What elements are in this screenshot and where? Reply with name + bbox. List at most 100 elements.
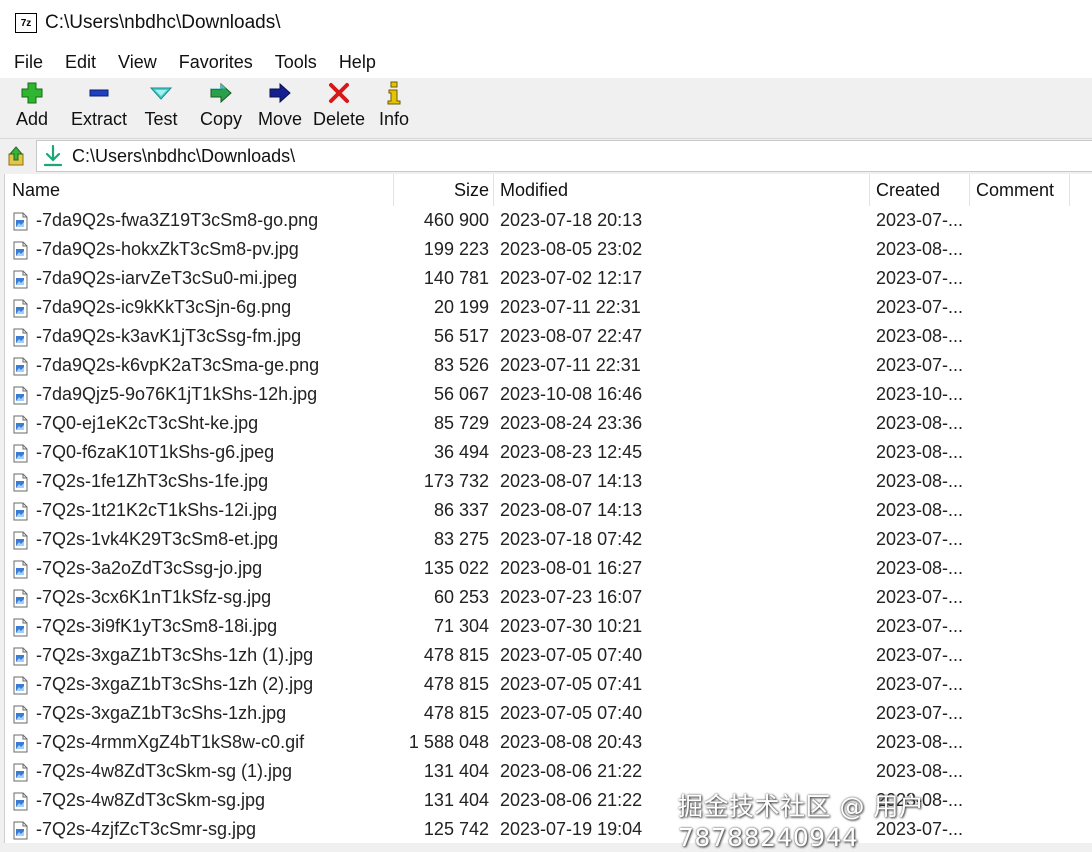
menu-view[interactable]: View: [107, 52, 168, 73]
copy-button[interactable]: Copy: [194, 78, 248, 130]
menu-help[interactable]: Help: [328, 52, 387, 73]
file-row[interactable]: -7Q2s-1fe1ZhT3cShs-1fe.jpg 173 732 2023-08…: [5, 467, 1092, 496]
file-row[interactable]: -7da9Q2s-k3avK1jT3cSsg-fm.jpg 56 517 2023-…: [5, 322, 1092, 351]
file-comment: [976, 641, 1086, 670]
file-row[interactable]: -7da9Q2s-iarvZeT3cSu0-mi.jpeg 140 781 2023…: [5, 264, 1092, 293]
copy-icon: [209, 80, 233, 106]
file-row[interactable]: -7Q2s-4w8ZdT3cSkm-sg (1).jpg 131 404 2023-…: [5, 757, 1092, 786]
column-header-comment[interactable]: Comment: [976, 174, 1054, 206]
file-size: 36 494: [433, 442, 489, 462]
menu-file[interactable]: File: [0, 52, 54, 73]
file-name-cell: -7da9Q2s-hokxZkT3cSm8-pv.jpg: [13, 235, 393, 264]
file-row[interactable]: -7Q2s-4rmmXgZ4bT1kS8w-c0.gif 1 588 048 202…: [5, 728, 1092, 757]
list-header: Name Size Modified Created Comment: [5, 174, 1092, 206]
file-name: -7da9Q2s-k3avK1jT3cSsg-fm.jpg: [36, 326, 302, 346]
menu-edit[interactable]: Edit: [54, 52, 107, 73]
file-name: -7Q2s-3a2oZdT3cSsg-jo.jpg: [36, 558, 263, 578]
file-row[interactable]: -7Q2s-3xgaZ1bT3cShs-1zh.jpg 478 815 2023-0…: [5, 699, 1092, 728]
image-file-icon: [13, 588, 28, 608]
file-row[interactable]: -7da9Q2s-ic9kKkT3cSjn-6g.png 20 199 2023-0…: [5, 293, 1092, 322]
file-size: 83 526: [433, 355, 489, 375]
file-comment: [976, 206, 1086, 235]
file-comment: [976, 699, 1086, 728]
file-name-cell: -7da9Q2s-k3avK1jT3cSsg-fm.jpg: [13, 322, 393, 351]
file-modified: 2023-07-18 20:13: [500, 210, 643, 230]
test-button[interactable]: Test: [136, 78, 186, 130]
file-name: -7Q2s-4w8ZdT3cSkm-sg (1).jpg: [36, 761, 293, 781]
file-created: 2023-08-...: [876, 442, 964, 462]
file-comment: [976, 380, 1086, 409]
image-file-icon: [13, 240, 28, 260]
file-name-cell: -7Q2s-4rmmXgZ4bT1kS8w-c0.gif: [13, 728, 393, 757]
file-row[interactable]: -7da9Q2s-fwa3Z19T3cSm8-go.png 460 900 2023…: [5, 206, 1092, 235]
file-row[interactable]: -7da9Qjz5-9o76K1jT1kShs-12h.jpg 56 067 202…: [5, 380, 1092, 409]
file-created: 2023-08-...: [876, 413, 964, 433]
file-name-cell: -7Q2s-3xgaZ1bT3cShs-1zh.jpg: [13, 699, 393, 728]
file-name: -7Q2s-1t21K2cT1kShs-12i.jpg: [36, 500, 278, 520]
file-modified: 2023-08-05 23:02: [500, 239, 643, 259]
delete-button[interactable]: Delete: [312, 78, 366, 130]
file-row[interactable]: -7da9Q2s-k6vpK2aT3cSma-ge.png 83 526 2023-…: [5, 351, 1092, 380]
column-header-size[interactable]: Size: [395, 174, 489, 206]
file-comment: [976, 670, 1086, 699]
info-icon: [387, 80, 401, 106]
extract-button[interactable]: Extract: [64, 78, 134, 130]
info-button[interactable]: Info: [374, 78, 414, 130]
file-row[interactable]: -7Q0-ej1eK2cT3cSht-ke.jpg 85 729 2023-08-2…: [5, 409, 1092, 438]
file-size: 20 199: [433, 297, 489, 317]
file-size: 125 742: [423, 819, 489, 839]
file-size: 140 781: [423, 268, 489, 288]
file-comment: [976, 728, 1086, 757]
file-row[interactable]: -7Q2s-1t21K2cT1kShs-12i.jpg 86 337 2023-08…: [5, 496, 1092, 525]
file-row[interactable]: -7Q2s-3i9fK1yT3cSm8-18i.jpg 71 304 2023-07…: [5, 612, 1092, 641]
column-header-created[interactable]: Created: [876, 174, 940, 206]
up-folder-button[interactable]: [3, 141, 31, 171]
file-size: 1 588 048: [408, 732, 489, 752]
menu-bar: File Edit View Favorites Tools Help: [0, 46, 1092, 78]
file-created: 2023-07-...: [876, 268, 964, 288]
file-modified: 2023-10-08 16:46: [500, 384, 643, 404]
file-row[interactable]: -7Q2s-3a2oZdT3cSsg-jo.jpg 135 022 2023-08-…: [5, 554, 1092, 583]
file-modified: 2023-07-11 22:31: [500, 355, 641, 375]
address-field[interactable]: C:\Users\nbdhc\Downloads\: [36, 140, 1092, 172]
image-file-icon: [13, 472, 28, 492]
file-modified: 2023-07-05 07:40: [500, 645, 643, 665]
file-row[interactable]: -7Q2s-1vk4K29T3cSm8-et.jpg 83 275 2023-07-…: [5, 525, 1092, 554]
delete-icon: [328, 80, 350, 106]
file-size: 60 253: [433, 587, 489, 607]
image-file-icon: [13, 501, 28, 521]
file-name: -7Q0-f6zaK10T1kShs-g6.jpeg: [36, 442, 275, 462]
move-button[interactable]: Move: [254, 78, 306, 130]
file-comment: [976, 467, 1086, 496]
menu-favorites[interactable]: Favorites: [168, 52, 264, 73]
image-file-icon: [13, 414, 28, 434]
file-created: 2023-08-...: [876, 732, 964, 752]
file-name-cell: -7da9Q2s-ic9kKkT3cSjn-6g.png: [13, 293, 393, 322]
file-modified: 2023-07-11 22:31: [500, 297, 641, 317]
file-name: -7Q2s-3xgaZ1bT3cShs-1zh.jpg: [36, 703, 287, 723]
file-size: 199 223: [423, 239, 489, 259]
file-name-cell: -7da9Q2s-fwa3Z19T3cSm8-go.png: [13, 206, 393, 235]
file-created: 2023-07-...: [876, 587, 964, 607]
file-row[interactable]: -7Q2s-3xgaZ1bT3cShs-1zh (1).jpg 478 815 20…: [5, 641, 1092, 670]
app-icon: 7z: [15, 13, 37, 33]
image-file-icon: [13, 269, 28, 289]
file-name: -7Q0-ej1eK2cT3cSht-ke.jpg: [36, 413, 259, 433]
file-row[interactable]: -7Q2s-3cx6K1nT1kSfz-sg.jpg 60 253 2023-07-…: [5, 583, 1092, 612]
file-created: 2023-08-...: [876, 500, 964, 520]
file-row[interactable]: -7da9Q2s-hokxZkT3cSm8-pv.jpg 199 223 2023-…: [5, 235, 1092, 264]
file-row[interactable]: -7Q2s-3xgaZ1bT3cShs-1zh (2).jpg 478 815 20…: [5, 670, 1092, 699]
folder-up-icon: [8, 146, 24, 166]
file-modified: 2023-08-01 16:27: [500, 558, 643, 578]
menu-tools[interactable]: Tools: [264, 52, 328, 73]
watermark: 掘金技术社区 @ 用户78788240944: [678, 792, 925, 852]
add-button[interactable]: Add: [4, 78, 60, 130]
file-row[interactable]: -7Q0-f6zaK10T1kShs-g6.jpeg 36 494 2023-08-…: [5, 438, 1092, 467]
file-name-cell: -7da9Qjz5-9o76K1jT1kShs-12h.jpg: [13, 380, 393, 409]
file-size: 460 900: [423, 210, 489, 230]
file-name-cell: -7da9Q2s-iarvZeT3cSu0-mi.jpeg: [13, 264, 393, 293]
column-header-modified[interactable]: Modified: [500, 174, 568, 206]
column-header-name[interactable]: Name: [12, 174, 60, 206]
file-list[interactable]: Name Size Modified Created Comment -7da9…: [4, 174, 1092, 843]
file-name: -7da9Q2s-fwa3Z19T3cSm8-go.png: [36, 210, 319, 230]
